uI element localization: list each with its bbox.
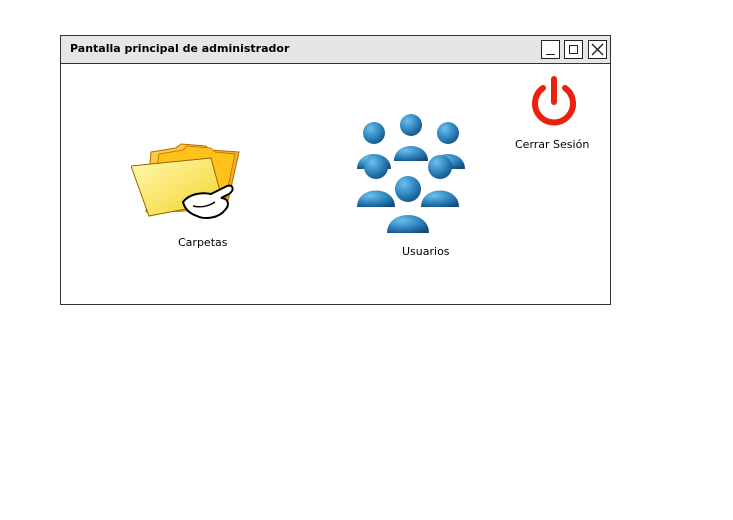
users-label: Usuarios (402, 245, 450, 258)
maximize-button[interactable] (564, 40, 583, 59)
users-group-icon (357, 114, 465, 233)
window-title: Pantalla principal de administrador (70, 42, 290, 55)
folders-label: Carpetas (178, 236, 228, 249)
admin-main-window: Pantalla principal de administrador Carp… (60, 35, 611, 305)
close-icon (591, 43, 604, 56)
users-launcher[interactable]: Usuarios (354, 111, 468, 261)
folder-hand-icon (131, 143, 240, 219)
folders-launcher[interactable]: Carpetas (131, 140, 251, 250)
logout-launcher[interactable]: Cerrar Sesión (514, 76, 594, 156)
title-bar[interactable]: Pantalla principal de administrador (61, 36, 610, 64)
minimize-button[interactable] (541, 40, 560, 59)
logout-label: Cerrar Sesión (515, 138, 590, 151)
power-icon (532, 76, 576, 126)
close-button[interactable] (588, 40, 607, 59)
